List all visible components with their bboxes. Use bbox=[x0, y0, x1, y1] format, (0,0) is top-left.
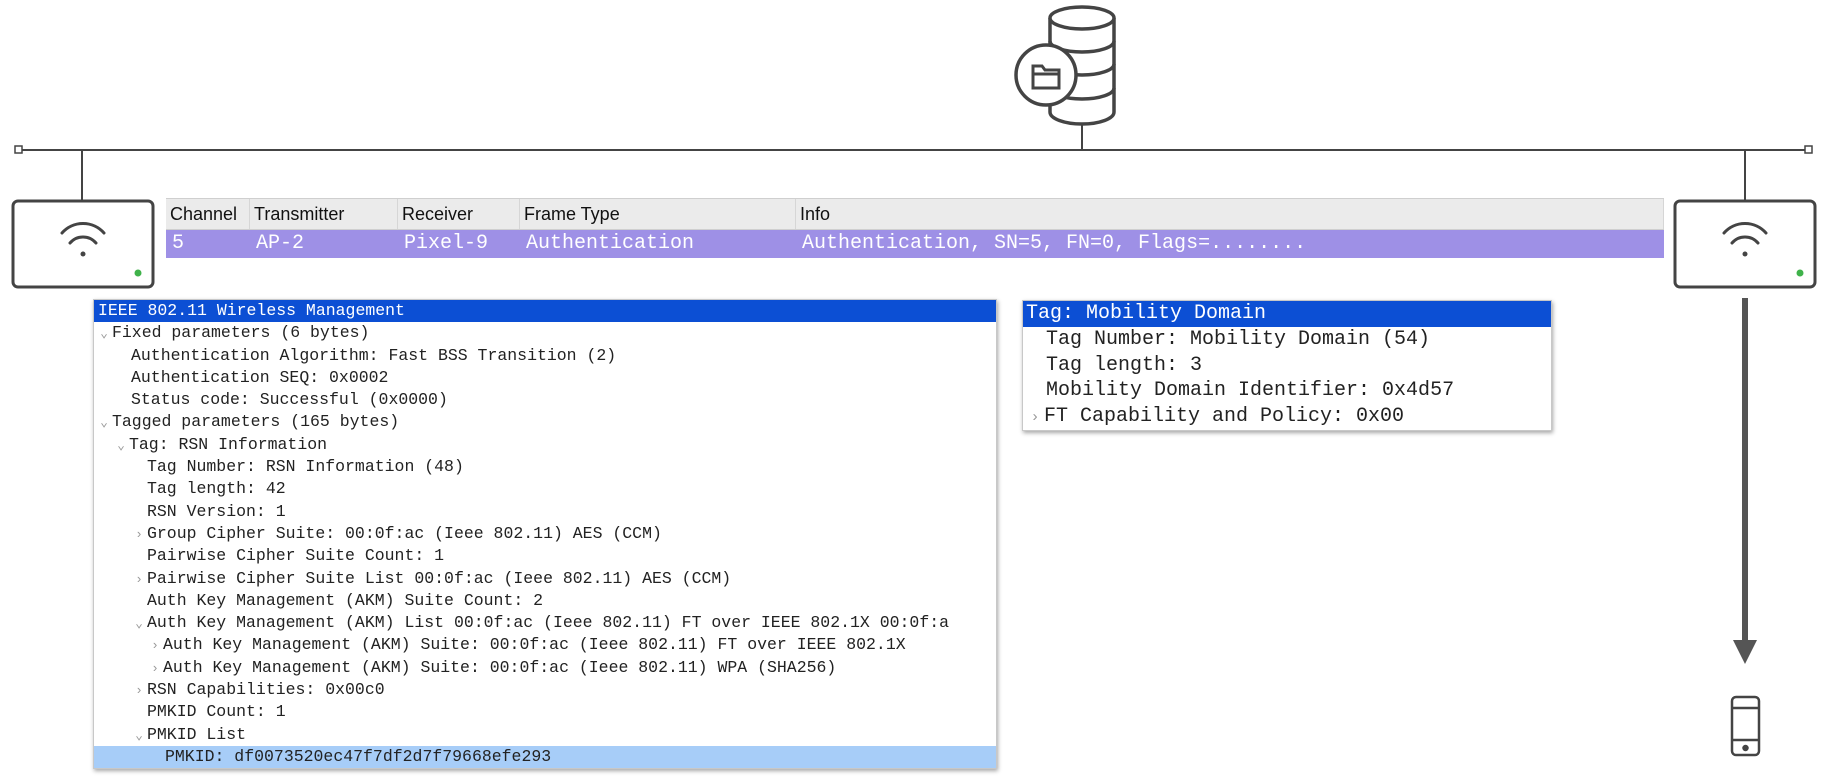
chevron-down-icon[interactable]: ⌄ bbox=[96, 323, 112, 345]
arrow-down-icon bbox=[1733, 298, 1757, 664]
tree-item-pmkid[interactable]: PMKID: df0073520ec47f7df2d7f79668efe293 bbox=[94, 745, 996, 769]
chevron-right-icon[interactable]: › bbox=[131, 680, 147, 702]
tree-header-wireless-management[interactable]: IEEE 802.11 Wireless Management bbox=[94, 300, 996, 323]
tree-item-status-code[interactable]: Status code: Successful (0x0000) bbox=[94, 389, 996, 411]
tree-item-tag-number[interactable]: Tag Number: RSN Information (48) bbox=[94, 456, 996, 478]
tree-item-akm-count[interactable]: Auth Key Management (AKM) Suite Count: 2 bbox=[94, 590, 996, 612]
chevron-right-icon[interactable]: › bbox=[1026, 405, 1044, 430]
tree-item-rsn-version[interactable]: RSN Version: 1 bbox=[94, 501, 996, 523]
chevron-right-icon[interactable]: › bbox=[147, 658, 163, 680]
cell-channel: 5 bbox=[172, 232, 185, 255]
tree-item-md-tag-length[interactable]: Tag length: 3 bbox=[1023, 353, 1551, 379]
column-header-frame-type[interactable]: Frame Type bbox=[520, 199, 796, 229]
tree-item-mdid[interactable]: Mobility Domain Identifier: 0x4d57 bbox=[1023, 378, 1551, 404]
tree-item-auth-algorithm[interactable]: Authentication Algorithm: Fast BSS Trans… bbox=[94, 345, 996, 367]
cell-info: Authentication, SN=5, FN=0, Flags=......… bbox=[802, 232, 1307, 255]
tree-node-akm-suite-2[interactable]: › Auth Key Management (AKM) Suite: 00:0f:… bbox=[94, 657, 996, 679]
tree-node-akm-suite-1[interactable]: › Auth Key Management (AKM) Suite: 00:0f:… bbox=[94, 634, 996, 656]
cell-frame-type: Authentication bbox=[526, 232, 695, 255]
database-server-icon bbox=[1014, 5, 1116, 126]
tree-node-tagged-parameters[interactable]: ⌄ Tagged parameters (165 bytes) bbox=[94, 411, 996, 433]
column-header-receiver[interactable]: Receiver bbox=[398, 199, 520, 229]
chevron-right-icon[interactable]: › bbox=[131, 569, 147, 591]
chevron-down-icon[interactable]: ⌄ bbox=[113, 435, 129, 457]
access-point-right[interactable] bbox=[1673, 199, 1817, 289]
chevron-right-icon[interactable]: › bbox=[147, 635, 163, 657]
tree-node-rsn-information[interactable]: ⌄ Tag: RSN Information bbox=[94, 434, 996, 456]
tree-node-pmkid-list[interactable]: ⌄ PMKID List bbox=[94, 724, 996, 746]
cell-receiver: Pixel-9 bbox=[404, 232, 489, 255]
packet-detail-tree: IEEE 802.11 Wireless Management ⌄ Fixed p… bbox=[93, 299, 997, 770]
status-led bbox=[134, 269, 142, 277]
tree-item-pmkid-count[interactable]: PMKID Count: 1 bbox=[94, 701, 996, 723]
tree-item-md-tag-number[interactable]: Tag Number: Mobility Domain (54) bbox=[1023, 327, 1551, 353]
column-header-transmitter[interactable]: Transmitter bbox=[250, 199, 398, 229]
column-header-channel[interactable]: Channel bbox=[166, 199, 250, 229]
tree-item-pairwise-count[interactable]: Pairwise Cipher Suite Count: 1 bbox=[94, 545, 996, 567]
backbone-right-end bbox=[1804, 145, 1813, 154]
backbone-left-end bbox=[14, 145, 23, 154]
tree-node-ft-capability[interactable]: › FT Capability and Policy: 0x00 bbox=[1023, 404, 1551, 430]
chevron-down-icon[interactable]: ⌄ bbox=[131, 725, 147, 747]
tree-node-rsn-capabilities[interactable]: › RSN Capabilities: 0x00c0 bbox=[94, 679, 996, 701]
tree-item-auth-seq[interactable]: Authentication SEQ: 0x0002 bbox=[94, 367, 996, 389]
tree-header-mobility-domain[interactable]: Tag: Mobility Domain bbox=[1023, 301, 1551, 327]
tree-item-tag-length[interactable]: Tag length: 42 bbox=[94, 478, 996, 500]
cell-transmitter: AP-2 bbox=[256, 232, 305, 255]
tree-node-group-cipher[interactable]: › Group Cipher Suite: 00:0f:ac (Ieee 802.… bbox=[94, 523, 996, 545]
status-led bbox=[1796, 269, 1804, 277]
tree-node-pairwise-list[interactable]: › Pairwise Cipher Suite List 00:0f:ac (Ie… bbox=[94, 568, 996, 590]
chevron-down-icon[interactable]: ⌄ bbox=[131, 613, 147, 635]
smartphone-icon[interactable] bbox=[1730, 695, 1761, 757]
packet-list-header: Channel Transmitter Receiver Frame Type … bbox=[166, 198, 1664, 230]
column-header-info[interactable]: Info bbox=[796, 199, 1664, 229]
mobility-domain-tree: Tag: Mobility Domain Tag Number: Mobilit… bbox=[1022, 300, 1552, 431]
tree-node-akm-list[interactable]: ⌄ Auth Key Management (AKM) List 00:0f:ac… bbox=[94, 612, 996, 634]
tree-node-fixed-parameters[interactable]: ⌄ Fixed parameters (6 bytes) bbox=[94, 322, 996, 344]
chevron-down-icon[interactable]: ⌄ bbox=[96, 412, 112, 434]
packet-list: Channel Transmitter Receiver Frame Type … bbox=[166, 198, 1664, 258]
access-point-left[interactable] bbox=[11, 199, 155, 289]
chevron-right-icon[interactable]: › bbox=[131, 524, 147, 546]
packet-row[interactable]: 5 AP-2 Pixel-9 Authentication Authentica… bbox=[166, 230, 1664, 258]
